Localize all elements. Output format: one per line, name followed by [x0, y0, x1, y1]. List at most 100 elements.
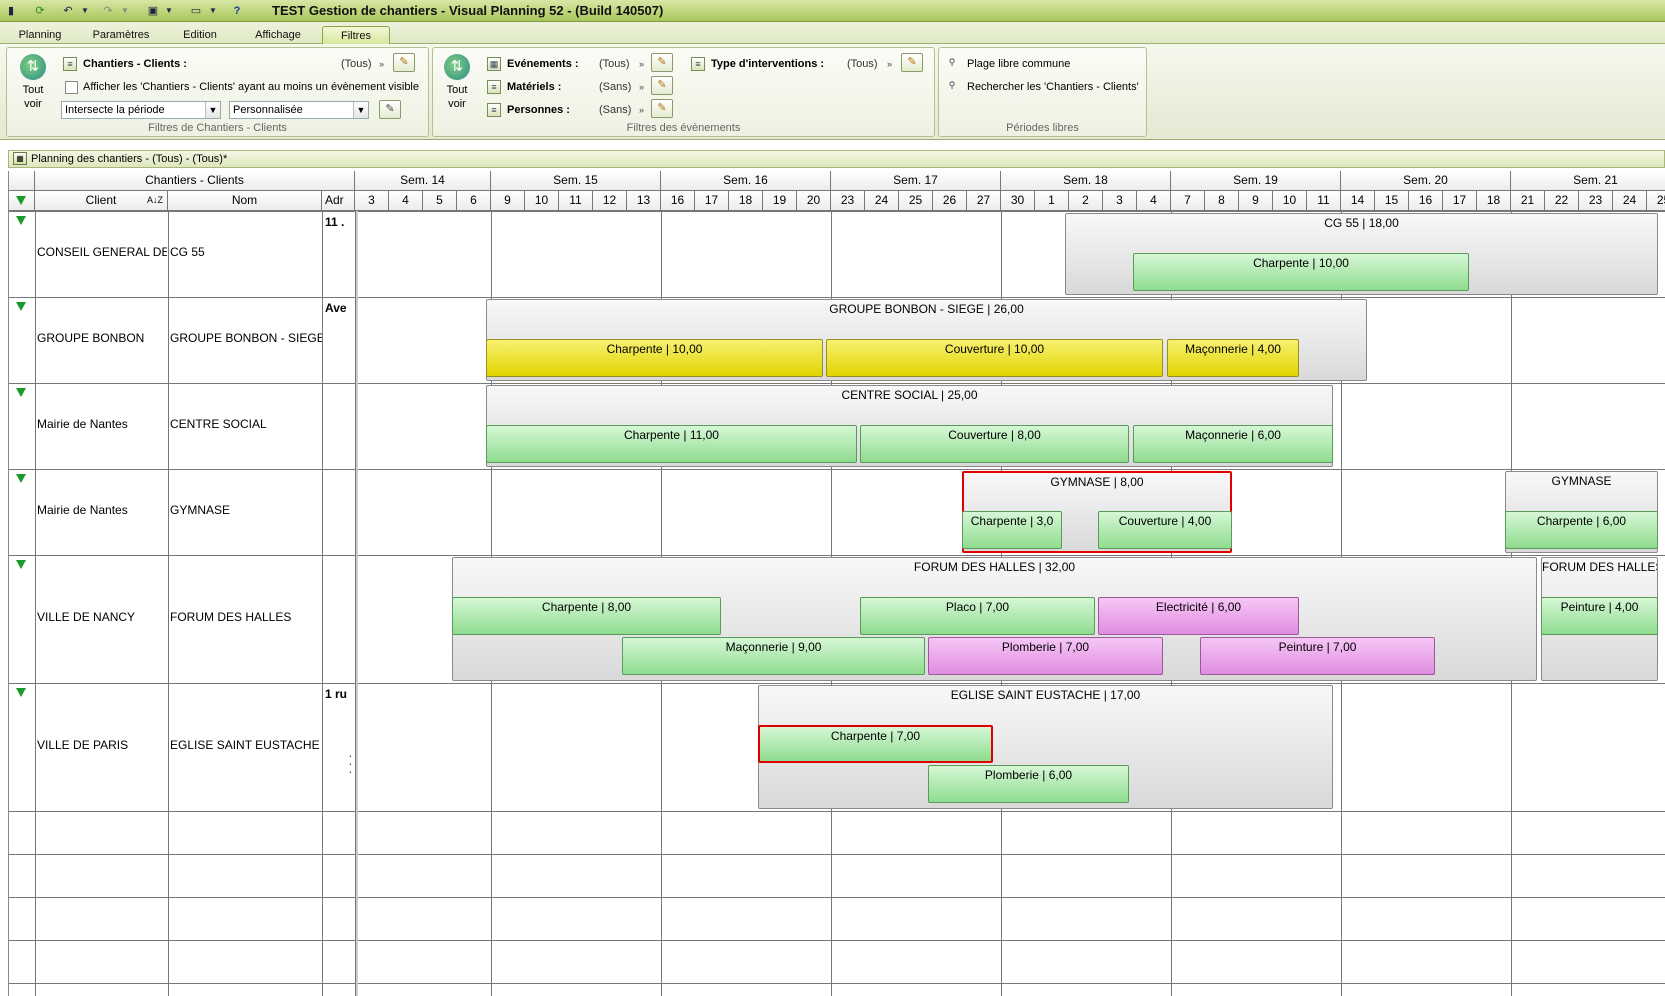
intervention-bar[interactable]: Electricité | 6,00 — [1098, 597, 1299, 635]
client-cell[interactable]: GROUPE BONBON — [37, 331, 167, 345]
intervention-bar[interactable]: Maçonnerie | 6,00 — [1133, 425, 1333, 463]
adr-cell[interactable]: 11 . — [325, 215, 355, 229]
tab-filtres[interactable]: Filtres — [322, 26, 390, 44]
nom-cell[interactable]: CG 55 — [170, 245, 322, 259]
tab-parametres[interactable]: Paramètres — [84, 26, 158, 44]
chevron-down-icon[interactable]: » — [887, 57, 892, 71]
intervention-bar[interactable]: Couverture | 4,00 — [1098, 511, 1232, 549]
adr-column-header[interactable]: Adr — [322, 191, 355, 211]
sort-icon[interactable]: A↓Z — [147, 191, 163, 209]
grid-row-line — [9, 983, 1665, 984]
intervention-bar[interactable]: Placo | 7,00 — [860, 597, 1095, 635]
bar-label: Charpente | 11,00 — [624, 428, 719, 442]
day-header: 22 — [1545, 191, 1579, 211]
client-cell[interactable]: Mairie de Nantes — [37, 503, 167, 517]
client-column-header[interactable]: Client A↓Z — [35, 191, 168, 211]
row-expand-icon[interactable] — [16, 302, 26, 311]
chevron-down-icon[interactable]: » — [639, 80, 644, 94]
expand-all-cell[interactable] — [9, 191, 35, 211]
period-type-select[interactable]: Personnalisée ▼ — [229, 101, 369, 119]
bar-label: Maçonnerie | 4,00 — [1185, 342, 1281, 356]
materiels-value[interactable]: (Sans) — [599, 80, 631, 94]
day-header: 15 — [1375, 191, 1409, 211]
tout-voir-button-2[interactable]: ⇅ Tout voir — [437, 54, 477, 111]
help-icon[interactable]: ? — [228, 3, 246, 19]
redo-dropdown-icon[interactable]: ▼ — [120, 3, 130, 19]
evenements-value[interactable]: (Tous) — [599, 57, 630, 71]
row-expand-icon[interactable] — [16, 388, 26, 397]
intervention-bar[interactable]: Peinture | 7,00 — [1200, 637, 1435, 675]
intervention-bar[interactable]: Charpente | 8,00 — [452, 597, 721, 635]
nom-cell[interactable]: EGLISE SAINT EUSTACHE — [170, 738, 322, 752]
day-header: 27 — [967, 191, 1001, 211]
day-header: 17 — [695, 191, 729, 211]
rechercher-chantiers-button[interactable]: Rechercher les 'Chantiers - Clients' — [967, 80, 1139, 94]
client-cell[interactable]: Mairie de Nantes — [37, 417, 167, 431]
day-header: 4 — [389, 191, 423, 211]
intervention-bar[interactable]: Plomberie | 6,00 — [928, 765, 1129, 803]
week-header: Sem. 19 — [1171, 171, 1341, 191]
column-splitter-handle[interactable]: · · · — [348, 748, 353, 779]
redo-icon[interactable]: ↷ — [100, 3, 116, 19]
tab-affichage[interactable]: Affichage — [244, 26, 312, 44]
adr-cell[interactable]: 1 ru — [325, 687, 355, 701]
undo-icon[interactable]: ↶ — [60, 3, 76, 19]
intervention-bar[interactable]: Charpente | 6,00 — [1505, 511, 1658, 549]
intervention-bar[interactable]: Charpente | 11,00 — [486, 425, 857, 463]
grid-row-line — [9, 211, 1665, 212]
type-interventions-value[interactable]: (Tous) — [847, 57, 878, 71]
intervention-bar[interactable]: Peinture | 4,00 — [1541, 597, 1658, 635]
monitor-icon[interactable]: ▣ — [144, 3, 162, 19]
tab-edition[interactable]: Edition — [172, 26, 228, 44]
chantiers-clients-value[interactable]: (Tous) — [341, 57, 372, 71]
intervention-bar[interactable]: Couverture | 8,00 — [860, 425, 1129, 463]
intervention-bar[interactable]: Charpente | 7,00 — [758, 725, 993, 763]
row-expand-icon[interactable] — [16, 474, 26, 483]
period-mode-select[interactable]: Intersecte la période ▼ — [61, 101, 221, 119]
chevron-down-icon[interactable]: » — [639, 103, 644, 117]
nom-cell[interactable]: CENTRE SOCIAL — [170, 417, 322, 431]
edit-filter-button-1[interactable]: ✎ — [393, 53, 415, 72]
client-cell[interactable]: VILLE DE PARIS — [37, 738, 167, 752]
materiels-label: Matériels : — [507, 81, 562, 93]
visible-event-checkbox[interactable] — [65, 81, 78, 94]
nom-cell[interactable]: FORUM DES HALLES — [170, 610, 322, 624]
chevron-down-icon[interactable]: » — [639, 57, 644, 71]
grid-col-line — [168, 171, 169, 996]
row-expand-icon[interactable] — [16, 688, 26, 697]
screen-dropdown-icon[interactable]: ▼ — [208, 3, 218, 19]
personnes-value[interactable]: (Sans) — [599, 103, 631, 117]
intervention-bar[interactable]: Charpente | 10,00 — [486, 339, 823, 377]
plage-libre-button[interactable]: Plage libre commune — [967, 57, 1070, 71]
screen-icon[interactable]: ▭ — [188, 3, 204, 19]
visible-event-checkbox-label: Afficher les 'Chantiers - Clients' ayant… — [83, 81, 419, 93]
nom-column-header[interactable]: Nom — [168, 191, 322, 211]
title-bar: ▮ ⟳ ↶ ▼ ↷ ▼ ▣ ▼ ▭ ▼ ? TEST Gestion de ch… — [0, 0, 1665, 22]
intervention-bar[interactable]: Couverture | 10,00 — [826, 339, 1163, 377]
client-cell[interactable]: VILLE DE NANCY — [37, 610, 167, 624]
intervention-bar[interactable]: Charpente | 10,00 — [1133, 253, 1469, 291]
intervention-bar[interactable]: Maçonnerie | 9,00 — [622, 637, 925, 675]
chevron-down-icon[interactable]: » — [379, 57, 384, 71]
client-cell[interactable]: CONSEIL GENERAL DE — [37, 245, 167, 259]
row-expand-icon[interactable] — [16, 560, 26, 569]
intervention-bar[interactable]: Charpente | 3,0 — [962, 511, 1062, 549]
refresh-icon[interactable]: ⟳ — [32, 3, 48, 19]
row-expand-icon[interactable] — [16, 216, 26, 225]
nom-cell[interactable]: GROUPE BONBON - SIEGE — [170, 331, 322, 345]
edit-personnes-button[interactable]: ✎ — [651, 99, 673, 118]
tab-planning[interactable]: Planning — [12, 26, 68, 44]
intervention-bar[interactable]: Maçonnerie | 4,00 — [1167, 339, 1299, 377]
undo-dropdown-icon[interactable]: ▼ — [80, 3, 90, 19]
adr-cell[interactable]: Ave — [325, 301, 355, 315]
grid-col-line — [322, 171, 323, 996]
save-icon[interactable]: ▮ — [4, 3, 18, 19]
pencil-icon[interactable]: ✎ — [379, 100, 401, 119]
monitor-dropdown-icon[interactable]: ▼ — [164, 3, 174, 19]
edit-evenements-button[interactable]: ✎ — [651, 53, 673, 72]
tout-voir-button-1[interactable]: ⇅ Tout voir — [13, 54, 53, 111]
edit-type-button[interactable]: ✎ — [901, 53, 923, 72]
edit-materiels-button[interactable]: ✎ — [651, 76, 673, 95]
nom-cell[interactable]: GYMNASE — [170, 503, 322, 517]
intervention-bar[interactable]: Plomberie | 7,00 — [928, 637, 1163, 675]
